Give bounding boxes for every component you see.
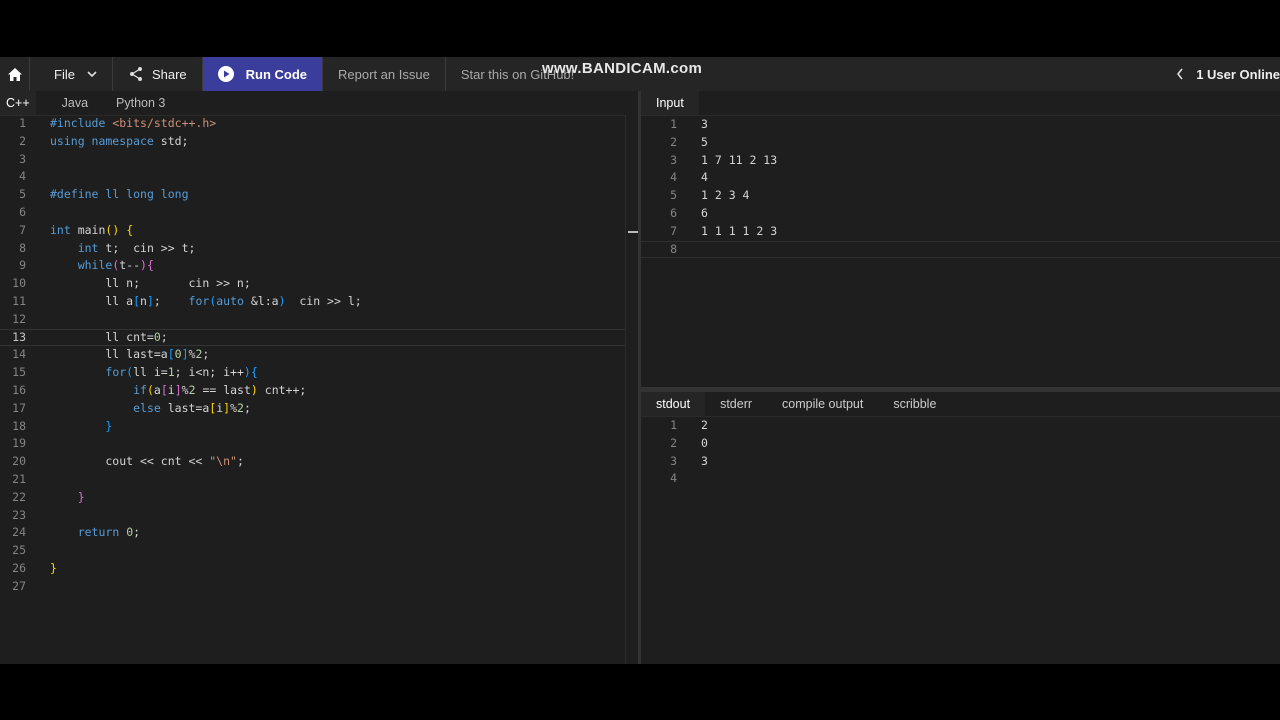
code-line: 9 while(t--){ bbox=[19, 258, 154, 273]
input-line: 31 7 11 2 13 bbox=[670, 152, 778, 167]
input-editor[interactable]: 13 25 31 7 11 2 13 44 51 2 3 4 66 71 1 1… bbox=[641, 116, 1280, 259]
code-line: 19 bbox=[12, 436, 26, 451]
code-line: 15 for(ll i=1; i<n; i++){ bbox=[12, 365, 258, 380]
ide-window: File Share Run Code Report an Issue Star… bbox=[0, 57, 1280, 664]
stdout-viewer[interactable]: 12 20 33 4 bbox=[641, 417, 1280, 488]
code-line: 8 int t; cin >> t; bbox=[19, 240, 196, 255]
share-button[interactable]: Share bbox=[113, 57, 203, 91]
tab-python[interactable]: Python 3 bbox=[102, 91, 179, 115]
code-line: 11 ll a[n]; for(auto &l:a) cin >> l; bbox=[12, 293, 362, 308]
code-line: 21 bbox=[12, 471, 26, 486]
input-line: 71 1 1 1 2 3 bbox=[670, 223, 778, 238]
report-issue-label: Report an Issue bbox=[338, 66, 430, 82]
input-line: 44 bbox=[670, 170, 708, 185]
input-tabs: Input bbox=[641, 91, 1280, 116]
code-line: 10 ll n; cin >> n; bbox=[12, 276, 251, 291]
run-code-label: Run Code bbox=[245, 66, 308, 82]
output-line: 4 bbox=[670, 471, 677, 486]
code-editor[interactable]: 1 #include <bits/stdc++.h> 2 using namespa… bbox=[0, 115, 639, 664]
report-issue-link[interactable]: Report an Issue bbox=[323, 57, 446, 91]
code-line: 22 } bbox=[12, 489, 85, 504]
code-line-current: 13 ll cnt=0; bbox=[0, 328, 638, 347]
bandicam-watermark: www.BANDICAM.com bbox=[542, 60, 703, 77]
tab-stderr[interactable]: stderr bbox=[705, 392, 767, 416]
code-line: 20 cout << cnt << "\n"; bbox=[12, 454, 244, 469]
chevron-down-icon bbox=[87, 70, 97, 77]
code-line: 2 using namespace std; bbox=[19, 133, 189, 148]
share-icon bbox=[129, 67, 142, 81]
code-line: 23 bbox=[12, 507, 26, 522]
code-line: 27 bbox=[12, 578, 26, 593]
file-menu-label: File bbox=[54, 66, 75, 82]
users-online-label: 1 User Online bbox=[1196, 66, 1280, 82]
input-line-current: 8 bbox=[641, 240, 1280, 259]
code-line: 7 int main() { bbox=[19, 222, 134, 237]
input-line: 13 bbox=[670, 117, 708, 131]
code-line: 25 bbox=[12, 543, 26, 558]
tab-java[interactable]: Java bbox=[36, 91, 102, 115]
play-icon bbox=[217, 66, 234, 82]
run-code-button[interactable]: Run Code bbox=[202, 57, 324, 91]
code-line: 4 bbox=[19, 169, 26, 184]
tab-cpp[interactable]: C++ bbox=[0, 91, 36, 115]
code-line: 6 bbox=[19, 204, 26, 219]
code-line: 3 bbox=[19, 151, 26, 166]
tab-input[interactable]: Input bbox=[641, 91, 699, 115]
editor-scrollbar[interactable] bbox=[625, 115, 639, 664]
users-online[interactable]: 1 User Online bbox=[1161, 57, 1280, 91]
code-line: 18 } bbox=[12, 418, 113, 433]
code-line: 12 bbox=[12, 311, 26, 326]
output-pane: stdout stderr compile output scribble 12… bbox=[641, 392, 1280, 664]
editor-pane: C++ Java Python 3 1 #include <bits/stdc++… bbox=[0, 91, 639, 664]
home-icon bbox=[7, 67, 22, 81]
code-line: 16 if(a[i]%2 == last) cnt++; bbox=[12, 382, 307, 397]
code-line: 17 else last=a[i]%2; bbox=[12, 400, 251, 415]
tab-compile-output[interactable]: compile output bbox=[767, 392, 878, 416]
language-tabs: C++ Java Python 3 bbox=[0, 91, 638, 116]
output-tabs: stdout stderr compile output scribble bbox=[641, 392, 1280, 417]
file-menu[interactable]: File bbox=[30, 57, 113, 91]
input-pane: Input 13 25 31 7 11 2 13 44 51 2 3 4 66 … bbox=[641, 91, 1280, 387]
code-line: 14 ll last=a[0]%2; bbox=[12, 347, 210, 362]
chevron-left-icon bbox=[1177, 68, 1183, 80]
code-line: 1 #include <bits/stdc++.h> bbox=[19, 116, 217, 130]
output-line: 20 bbox=[670, 435, 708, 450]
output-line: 12 bbox=[670, 418, 708, 432]
input-line: 51 2 3 4 bbox=[670, 188, 750, 203]
home-button[interactable] bbox=[0, 57, 30, 91]
tab-stdout[interactable]: stdout bbox=[641, 392, 706, 416]
output-line: 33 bbox=[670, 453, 708, 468]
code-line: 5 #define ll long long bbox=[19, 187, 189, 202]
input-line: 66 bbox=[670, 205, 708, 220]
share-label: Share bbox=[151, 66, 187, 82]
input-line: 25 bbox=[670, 134, 708, 149]
tab-scribble[interactable]: scribble bbox=[878, 392, 951, 416]
code-line: 26} bbox=[12, 560, 57, 575]
code-line: 24 return 0; bbox=[12, 525, 141, 540]
